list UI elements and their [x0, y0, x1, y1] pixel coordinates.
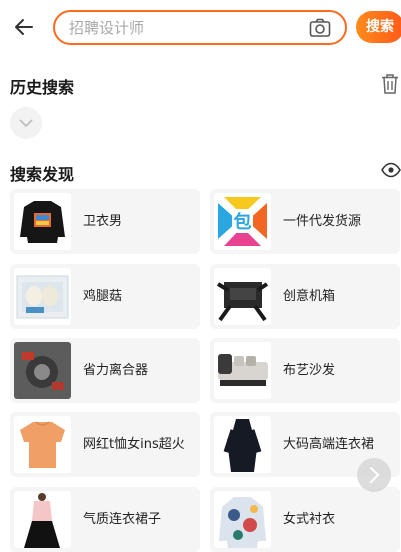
chevron-down-icon [19, 119, 33, 128]
discover-item[interactable]: 布艺沙发 [210, 338, 400, 403]
discover-item[interactable]: 卫衣男 [10, 189, 200, 254]
search-box[interactable] [53, 10, 347, 45]
camera-icon[interactable] [309, 18, 331, 38]
item-label: 女式衬衣 [283, 512, 336, 527]
item-label: 创意机箱 [283, 289, 336, 304]
product-image [214, 268, 271, 325]
item-label: 布艺沙发 [283, 363, 336, 378]
search-input[interactable] [69, 18, 299, 38]
item-label: 鸡腿菇 [83, 289, 123, 304]
item-label: 一件代发货源 [283, 214, 362, 229]
discover-item[interactable]: 气质连衣裙子 [10, 487, 200, 552]
product-image [214, 491, 271, 548]
product-image [14, 416, 71, 473]
expand-history-button[interactable] [10, 107, 42, 139]
item-label: 省力离合器 [83, 363, 149, 378]
product-image [14, 342, 71, 399]
item-label: 网红t恤女ins超火 [83, 437, 185, 452]
back-arrow-icon[interactable] [12, 14, 38, 40]
eye-icon[interactable] [381, 162, 401, 178]
search-panel: 历史搜索 搜索发现 卫衣男 包 一件代发货源 鸡腿菇 创意机箱 省力离合器 布艺… [0, 54, 401, 552]
discover-item[interactable]: 女式衬衣 [210, 487, 400, 552]
discover-item[interactable]: 网红t恤女ins超火 [10, 412, 200, 477]
discover-title: 搜索发现 [10, 165, 75, 184]
search-button[interactable]: 搜索 [356, 11, 401, 43]
item-label: 卫衣男 [83, 214, 123, 229]
discover-item[interactable]: 创意机箱 [210, 264, 400, 329]
item-label: 气质连衣裙子 [83, 512, 162, 527]
history-title: 历史搜索 [10, 78, 75, 97]
product-image [214, 416, 271, 473]
svg-text:包: 包 [234, 211, 252, 233]
search-header: 搜索 [0, 0, 401, 54]
discover-item[interactable]: 包 一件代发货源 [210, 189, 400, 254]
product-image [14, 193, 71, 250]
scroll-next-button[interactable] [357, 458, 391, 492]
product-image [14, 268, 71, 325]
discover-item[interactable]: 省力离合器 [10, 338, 200, 403]
discover-item[interactable]: 鸡腿菇 [10, 264, 200, 329]
trash-icon[interactable] [380, 73, 400, 95]
product-image: 包 [214, 193, 271, 250]
product-image [214, 342, 271, 399]
chevron-right-icon [370, 467, 380, 483]
product-image [14, 491, 71, 548]
